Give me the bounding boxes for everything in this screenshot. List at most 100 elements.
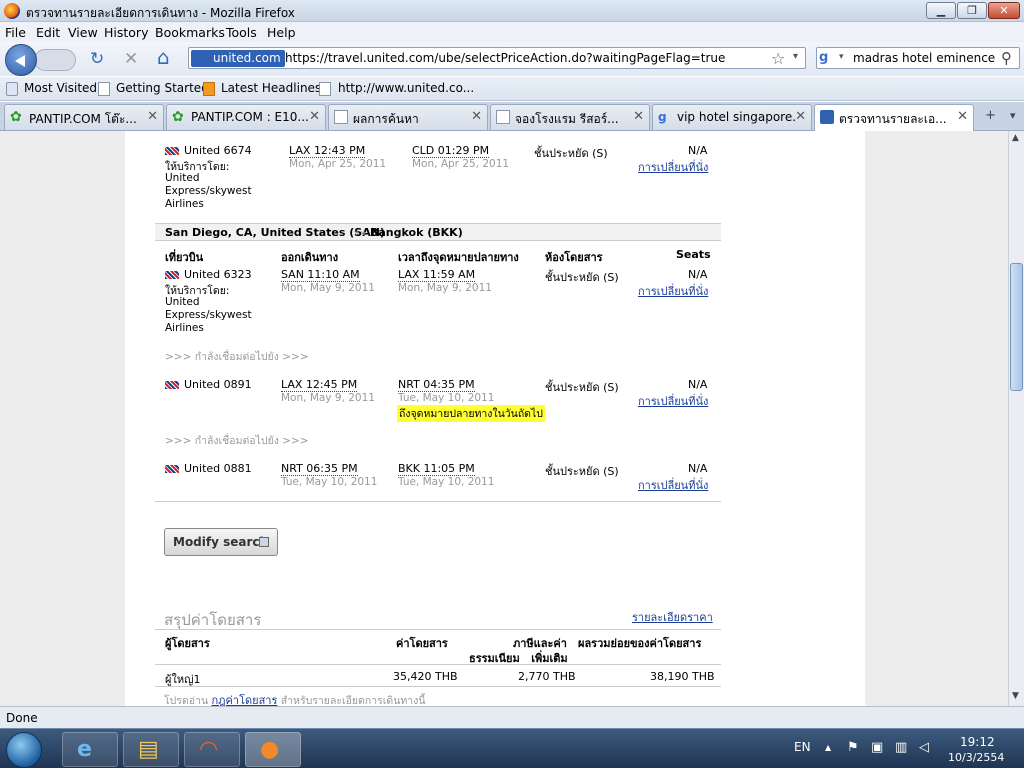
- fare-col-fare: ค่าโดยสาร: [396, 637, 448, 650]
- cabin-class: ชั้นประหยัด (S): [534, 147, 608, 160]
- volume-icon[interactable]: ◁: [919, 740, 929, 755]
- vertical-scrollbar[interactable]: ▲ ▼: [1008, 131, 1024, 706]
- clock-date[interactable]: 10/3/2554: [948, 751, 1004, 764]
- menu-bar: File Edit View History Bookmarks Tools H…: [0, 22, 1024, 42]
- cabin-class: ชั้นประหยัด (S): [545, 381, 619, 394]
- action-center-icon[interactable]: ⚑: [847, 740, 859, 755]
- taskbar-explorer[interactable]: ▤: [123, 732, 179, 767]
- most-visited-icon: [6, 82, 18, 96]
- search-input[interactable]: madras hotel eminence: [853, 51, 995, 65]
- site-identity-badge[interactable]: united.com: [191, 50, 285, 67]
- column-cabin: ห้องโดยสาร: [545, 251, 603, 264]
- operator-line: United: [165, 296, 200, 308]
- arrival-time: CLD 01:29 PM: [412, 144, 490, 158]
- rss-icon: [203, 82, 215, 96]
- tab-search-results[interactable]: ผลการค้นหา ✕: [328, 104, 488, 130]
- tab-pantip-2[interactable]: ✿ PANTIP.COM : E10... ✕: [166, 104, 326, 130]
- reload-icon[interactable]: ↻: [90, 50, 104, 68]
- search-engine-dropdown-icon[interactable]: ▾: [839, 52, 844, 62]
- firefox-icon: [4, 3, 20, 19]
- tab-close-icon[interactable]: ✕: [471, 109, 482, 124]
- bookmark-latest-headlines[interactable]: Latest Headlines: [221, 81, 321, 95]
- price-details-link[interactable]: รายละเอียดราคา: [632, 608, 713, 626]
- tray-expand-icon[interactable]: ▲: [825, 743, 831, 752]
- tab-review-itinerary[interactable]: ตรวจทานรายละเอ... ✕: [814, 104, 974, 131]
- change-seat-link[interactable]: การเปลี่ยนที่นั่ง: [638, 282, 708, 300]
- tab-close-icon[interactable]: ✕: [957, 109, 968, 124]
- segment-carrier: United 0881: [165, 462, 252, 475]
- bookmark-getting-started[interactable]: Getting Started: [116, 81, 209, 95]
- operator-line: Airlines: [165, 198, 204, 210]
- close-button[interactable]: ✕: [988, 2, 1020, 19]
- new-tab-button[interactable]: +: [985, 108, 996, 123]
- status-bar: Done: [0, 706, 1024, 728]
- taskbar-app[interactable]: ◠: [184, 732, 240, 767]
- menu-tools[interactable]: Tools: [226, 25, 257, 40]
- menu-help[interactable]: Help: [267, 25, 296, 40]
- search-bar[interactable]: g ▾ madras hotel eminence ⚲: [816, 47, 1020, 69]
- url-text[interactable]: https://travel.united.com/ube/selectPric…: [285, 51, 725, 65]
- window-title: ตรวจทานรายละเอียดการเดินทาง - Mozilla Fi…: [26, 6, 295, 20]
- segment-carrier: United 0891: [165, 378, 252, 391]
- ie-icon: e: [77, 737, 92, 762]
- tab-vip-hotel[interactable]: g vip hotel singapore... ✕: [652, 104, 812, 130]
- maximize-button[interactable]: ❐: [957, 2, 987, 19]
- status-text: Done: [6, 711, 38, 725]
- fare-rules-link[interactable]: กฎค่าโดยสาร: [212, 694, 278, 706]
- start-button[interactable]: [6, 732, 42, 768]
- taskbar-firefox[interactable]: ●: [245, 732, 301, 767]
- menu-file[interactable]: File: [5, 25, 26, 40]
- modify-search-button[interactable]: Modify search: [164, 528, 278, 556]
- minimize-button[interactable]: ▁: [926, 2, 956, 19]
- tab-hotel-booking[interactable]: จองโรงแรม รีสอร์... ✕: [490, 104, 650, 130]
- segment-carrier: United 6323: [165, 268, 252, 281]
- search-icon[interactable]: ⚲: [1001, 49, 1012, 67]
- forward-button[interactable]: [34, 49, 76, 71]
- back-button[interactable]: [5, 44, 37, 76]
- stop-icon[interactable]: ✕: [124, 50, 138, 68]
- united-logo-icon: [165, 147, 179, 155]
- arrival-date: Mon, May 9, 2011: [398, 282, 492, 294]
- departure-date: Tue, May 10, 2011: [281, 476, 378, 488]
- arrival-time: LAX 11:59 AM: [398, 268, 476, 282]
- next-day-arrival-note: ถึงจุดหมายปลายทางในวันถัดไป: [397, 405, 545, 422]
- page-icon: [98, 82, 110, 96]
- change-seat-link[interactable]: การเปลี่ยนที่นั่ง: [638, 392, 708, 410]
- bookmark-star-icon[interactable]: ☆: [771, 49, 785, 68]
- taskbar-ie[interactable]: e: [62, 732, 118, 767]
- tab-list-button[interactable]: ▾: [1010, 109, 1016, 122]
- firefox-icon: ●: [260, 737, 280, 762]
- connection-note: >>> กำลังเชื่อมต่อไปยัง >>>: [165, 351, 309, 363]
- tab-close-icon[interactable]: ✕: [147, 109, 158, 124]
- operator-line: Airlines: [165, 322, 204, 334]
- divider: [155, 629, 721, 630]
- address-bar[interactable]: united.com https://travel.united.com/ube…: [188, 47, 806, 69]
- tab-close-icon[interactable]: ✕: [633, 109, 644, 124]
- connection-note: >>> กำลังเชื่อมต่อไปยัง >>>: [165, 435, 309, 447]
- home-icon[interactable]: ⌂: [157, 47, 170, 67]
- url-dropdown-icon[interactable]: ▾: [793, 51, 798, 62]
- menu-view[interactable]: View: [68, 25, 98, 40]
- google-icon[interactable]: g: [819, 50, 837, 67]
- clock-time[interactable]: 19:12: [960, 735, 995, 749]
- tab-close-icon[interactable]: ✕: [309, 109, 320, 124]
- column-seats: Seats: [676, 248, 711, 261]
- device-icon[interactable]: ▣: [871, 740, 883, 755]
- menu-bookmarks[interactable]: Bookmarks: [155, 25, 225, 40]
- page-icon: [319, 82, 331, 96]
- arrival-date: Mon, Apr 25, 2011: [412, 158, 510, 170]
- bookmark-most-visited[interactable]: Most Visited: [24, 81, 97, 95]
- change-seat-link[interactable]: การเปลี่ยนที่นั่ง: [638, 476, 708, 494]
- scroll-down-icon[interactable]: ▼: [1012, 691, 1019, 701]
- change-seat-link[interactable]: การเปลี่ยนที่นั่ง: [638, 158, 708, 176]
- tab-pantip-1[interactable]: ✿ PANTIP.COM โต๊ะ... ✕: [4, 104, 164, 130]
- network-icon[interactable]: ▥: [895, 740, 907, 755]
- scroll-up-icon[interactable]: ▲: [1012, 133, 1019, 143]
- tab-close-icon[interactable]: ✕: [795, 109, 806, 124]
- scrollbar-thumb[interactable]: [1010, 263, 1023, 391]
- menu-edit[interactable]: Edit: [36, 25, 60, 40]
- bookmark-united[interactable]: http://www.united.co...: [338, 81, 474, 95]
- language-indicator[interactable]: EN: [794, 740, 811, 754]
- departure-time: LAX 12:43 PM: [289, 144, 366, 158]
- menu-history[interactable]: History: [104, 25, 148, 40]
